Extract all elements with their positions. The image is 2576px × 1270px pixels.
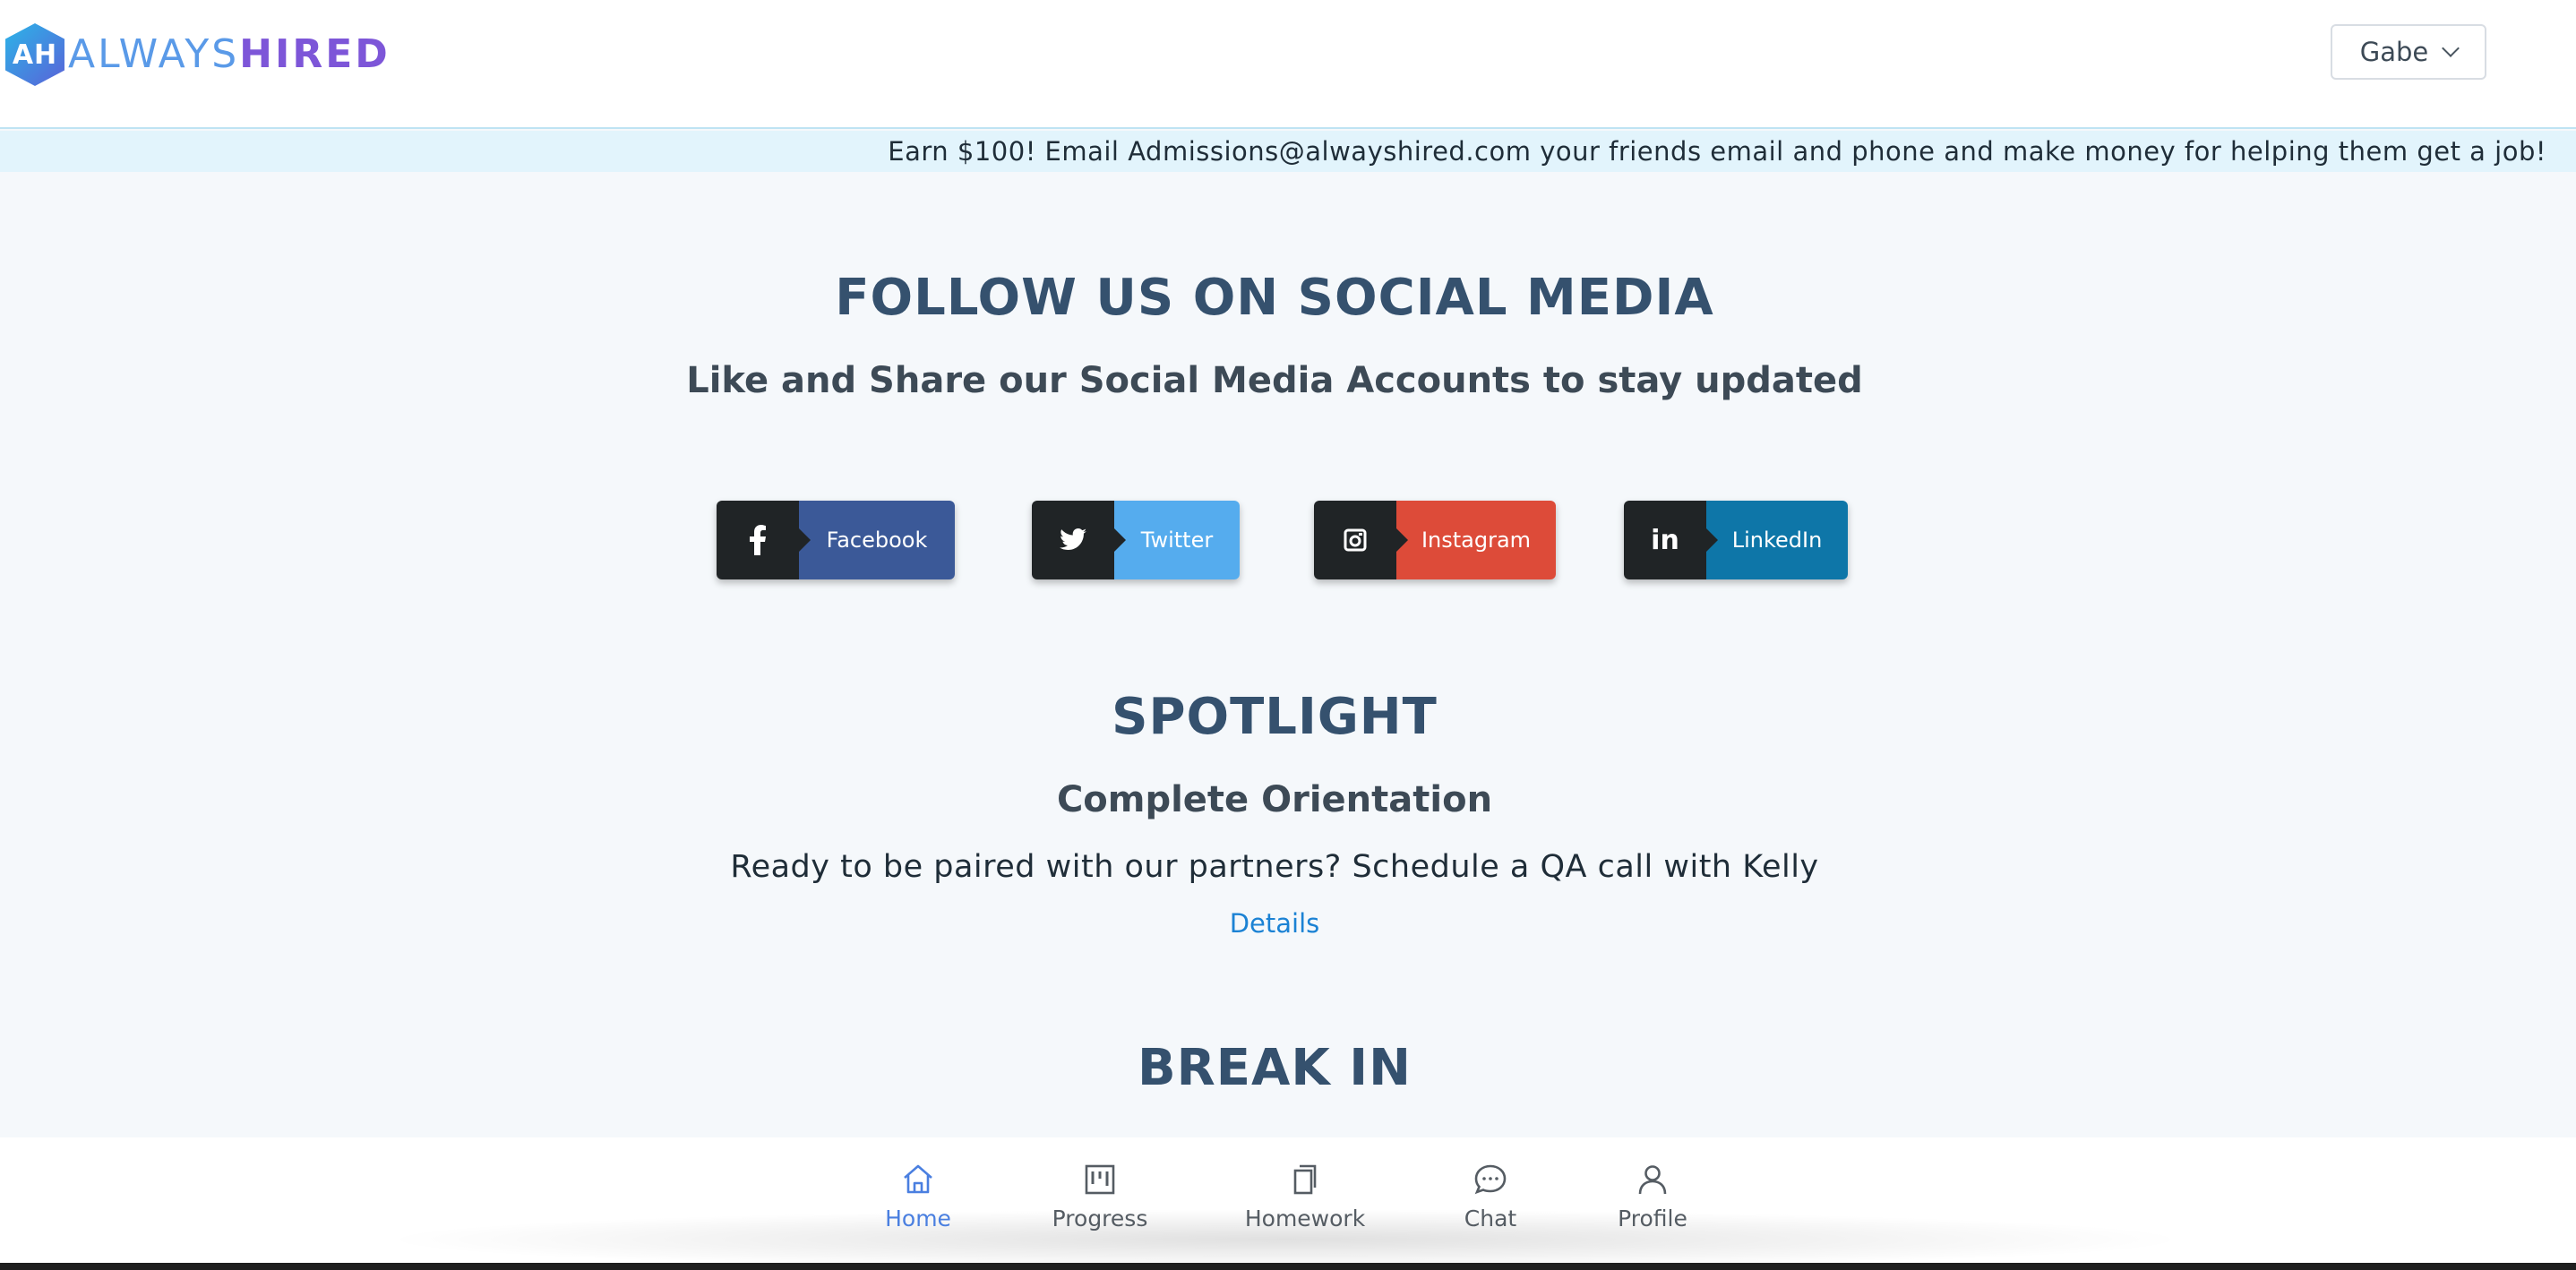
nav-progress-label: Progress: [1052, 1206, 1148, 1231]
referral-banner-text: Earn $100! Email Admissions@alwayshired.…: [888, 136, 2546, 167]
nav-home[interactable]: Home: [885, 1161, 951, 1231]
spotlight-heading: Complete Orientation: [1056, 779, 1493, 820]
break-in-title: BREAK IN: [1138, 1039, 1412, 1097]
window-bottom-edge: [0, 1263, 2576, 1270]
instagram-button[interactable]: Instagram: [1314, 501, 1556, 579]
kanban-icon: [1085, 1164, 1115, 1195]
nav-progress[interactable]: Progress: [1052, 1161, 1148, 1231]
nav-profile-label: Profile: [1618, 1206, 1687, 1231]
user-menu-label: Gabe: [2359, 37, 2429, 67]
facebook-button[interactable]: Facebook: [717, 501, 955, 579]
home-icon: [904, 1164, 932, 1194]
nav-profile[interactable]: Profile: [1618, 1161, 1687, 1231]
logo-word-always: ALWAYS: [68, 31, 240, 77]
linkedin-button[interactable]: in LinkedIn: [1624, 501, 1848, 579]
instagram-icon: [1314, 501, 1408, 579]
top-header: AH ALWAYSHIRED Gabe: [0, 0, 2576, 129]
logo-word-hired: HIRED: [239, 31, 391, 77]
linkedin-button-label: LinkedIn: [1706, 501, 1848, 579]
spotlight-title: SPOTLIGHT: [1112, 688, 1438, 746]
twitter-button[interactable]: Twitter: [1032, 501, 1240, 579]
facebook-button-label: Facebook: [799, 501, 955, 579]
linkedin-icon: in: [1624, 501, 1718, 579]
logo-wordmark: ALWAYSHIRED: [68, 35, 391, 74]
spotlight-text: Ready to be paired with our partners? Sc…: [730, 849, 1819, 885]
alwayshired-logo[interactable]: AH ALWAYSHIRED: [5, 23, 391, 86]
twitter-button-label: Twitter: [1114, 501, 1240, 579]
chat-bubble-icon: [1474, 1164, 1507, 1195]
nav-chat-label: Chat: [1464, 1206, 1517, 1231]
instagram-button-label: Instagram: [1396, 501, 1556, 579]
social-section-subtitle: Like and Share our Social Media Accounts…: [686, 360, 1863, 401]
twitter-icon: [1032, 501, 1126, 579]
nav-chat[interactable]: Chat: [1464, 1161, 1517, 1231]
user-menu-dropdown[interactable]: Gabe: [2331, 24, 2486, 80]
social-buttons-row: Facebook Twitter Instagram in LinkedIn: [0, 501, 2576, 581]
social-section-title: FOLLOW US ON SOCIAL MEDIA: [835, 269, 1714, 327]
nav-homework-label: Homework: [1244, 1206, 1366, 1231]
copy-icon: [1293, 1164, 1317, 1195]
facebook-icon: [717, 501, 811, 579]
user-icon: [1638, 1165, 1667, 1195]
spotlight-details-link[interactable]: Details: [1230, 908, 1320, 939]
chevron-down-icon: [2442, 39, 2460, 57]
referral-banner: Earn $100! Email Admissions@alwayshired.…: [0, 131, 2576, 172]
nav-home-label: Home: [885, 1206, 951, 1231]
logo-mark: AH: [5, 23, 64, 86]
nav-homework[interactable]: Homework: [1245, 1161, 1365, 1231]
